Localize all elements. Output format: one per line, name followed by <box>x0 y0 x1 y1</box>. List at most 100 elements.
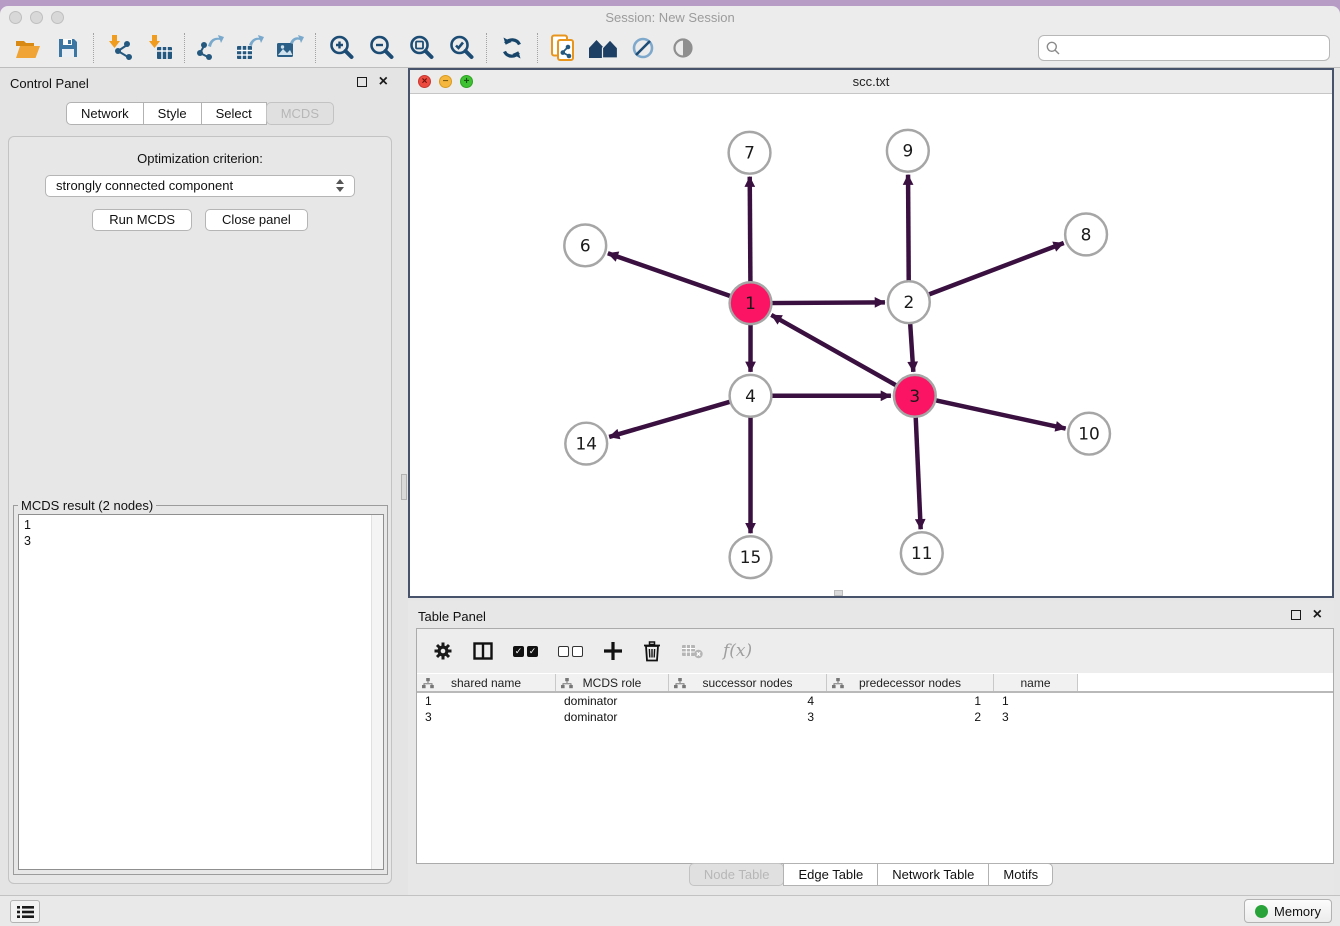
table-cell: 3 <box>994 709 1078 725</box>
table-settings-icon[interactable] <box>433 641 453 661</box>
table-panel: Table Panel × ✓✓ <box>408 601 1334 895</box>
tab-mcds[interactable]: MCDS <box>266 102 334 125</box>
memory-button[interactable]: Memory <box>1244 899 1332 923</box>
node-label-2: 2 <box>903 292 914 312</box>
table-cell: 3 <box>417 709 556 725</box>
edge-2-3[interactable] <box>910 321 913 372</box>
home-icon[interactable] <box>583 31 623 65</box>
column-header-shared-name[interactable]: shared name <box>417 674 556 691</box>
export-image-icon[interactable] <box>270 31 310 65</box>
close-panel-button[interactable]: Close panel <box>205 209 308 231</box>
edge-1-6[interactable] <box>608 253 733 297</box>
edge-3-11[interactable] <box>916 415 921 530</box>
table-row[interactable]: 3dominator323 <box>417 709 1333 725</box>
tab-style[interactable]: Style <box>143 102 202 125</box>
tree-column-icon <box>674 678 686 689</box>
edge-1-7[interactable] <box>750 177 751 285</box>
tab-edge-table[interactable]: Edge Table <box>783 863 878 886</box>
maximize-window-icon[interactable] <box>51 11 64 24</box>
network-title: scc.txt <box>410 70 1332 94</box>
close-panel-icon[interactable]: × <box>379 77 388 87</box>
close-table-panel-icon[interactable]: × <box>1313 610 1322 620</box>
float-panel-icon[interactable] <box>357 77 367 87</box>
zoom-out-icon[interactable] <box>361 31 401 65</box>
close-window-icon[interactable] <box>9 11 22 24</box>
export-table-icon[interactable] <box>230 31 270 65</box>
search-input[interactable] <box>1065 41 1329 56</box>
optimization-label: Optimization criterion: <box>9 151 391 166</box>
tab-network[interactable]: Network <box>66 102 144 125</box>
import-table-icon[interactable] <box>139 31 179 65</box>
traffic-lights[interactable] <box>9 11 64 24</box>
table-cell: 1 <box>827 693 994 709</box>
open-file-icon[interactable] <box>8 31 48 65</box>
tab-network-table[interactable]: Network Table <box>877 863 989 886</box>
zoom-fit-icon[interactable] <box>401 31 441 65</box>
mcds-result-area[interactable]: 1 3 <box>18 514 384 870</box>
memory-status-icon <box>1255 905 1268 918</box>
table-row[interactable]: 1dominator411 <box>417 693 1333 709</box>
tab-select[interactable]: Select <box>201 102 267 125</box>
table-cell: dominator <box>556 693 669 709</box>
deselect-all-icon[interactable] <box>558 646 583 657</box>
mcds-panel: Optimization criterion: strongly connect… <box>8 136 392 884</box>
column-header-mcds-role[interactable]: MCDS role <box>556 674 669 691</box>
apply-layout-icon[interactable] <box>492 31 532 65</box>
split-columns-icon[interactable] <box>473 642 493 660</box>
task-history-button[interactable] <box>10 900 40 923</box>
statusbar: Memory <box>0 895 1340 926</box>
edge-4-14[interactable] <box>609 401 732 437</box>
float-table-panel-icon[interactable] <box>1291 610 1301 620</box>
toolbar-separator <box>184 33 185 63</box>
node-label-1: 1 <box>745 293 756 313</box>
edge-2-9[interactable] <box>908 175 909 284</box>
minimize-window-icon[interactable] <box>30 11 43 24</box>
network-minimize-icon[interactable]: − <box>439 75 452 88</box>
network-canvas[interactable]: 7968124314101511 <box>410 95 1332 596</box>
table-panel-tabs: Node TableEdge TableNetwork TableMotifs <box>408 863 1334 886</box>
run-mcds-button[interactable]: Run MCDS <box>92 209 192 231</box>
table-header[interactable]: shared nameMCDS rolesuccessor nodesprede… <box>417 674 1333 693</box>
table-panel-title: Table Panel <box>418 609 486 624</box>
table-body: 1dominator4113dominator323 <box>417 693 1333 725</box>
edge-1-2[interactable] <box>769 302 884 303</box>
column-header-successor-nodes[interactable]: successor nodes <box>669 674 827 691</box>
node-label-10: 10 <box>1078 424 1100 444</box>
node-label-3: 3 <box>909 386 920 406</box>
edge-3-1[interactable] <box>771 315 898 387</box>
save-session-icon[interactable] <box>48 31 88 65</box>
tree-column-icon <box>422 678 434 689</box>
column-header-name[interactable]: name <box>994 674 1078 691</box>
first-neighbors-icon[interactable] <box>623 31 663 65</box>
zoom-in-icon[interactable] <box>321 31 361 65</box>
node-label-6: 6 <box>580 235 591 255</box>
network-window-titlebar[interactable]: × − + scc.txt <box>410 70 1332 94</box>
edge-2-8[interactable] <box>926 243 1063 295</box>
criterion-select[interactable]: strongly connected component <box>45 175 355 197</box>
column-header-predecessor-nodes[interactable]: predecessor nodes <box>827 674 994 691</box>
node-label-8: 8 <box>1081 224 1092 244</box>
result-scrollbar[interactable] <box>371 515 383 869</box>
export-network-icon[interactable] <box>190 31 230 65</box>
import-network-icon[interactable] <box>99 31 139 65</box>
splitter-grip-icon[interactable] <box>401 474 407 500</box>
eye-icon[interactable] <box>663 31 703 65</box>
network-close-icon[interactable]: × <box>418 75 431 88</box>
network-from-selection-icon[interactable] <box>543 31 583 65</box>
table-panel-box: ✓✓ f(x) <box>416 628 1334 864</box>
tree-column-icon <box>832 678 844 689</box>
network-maximize-icon[interactable]: + <box>460 75 473 88</box>
select-all-icon[interactable]: ✓✓ <box>513 646 538 657</box>
function-builder-icon: f(x) <box>723 641 752 661</box>
tab-motifs[interactable]: Motifs <box>988 863 1053 886</box>
search-box[interactable] <box>1038 35 1330 61</box>
main-toolbar <box>0 28 1340 68</box>
zoom-selected-icon[interactable] <box>441 31 481 65</box>
network-window: × − + scc.txt 7968124314101511 <box>408 68 1334 598</box>
add-column-icon[interactable] <box>603 641 623 661</box>
canvas-hscroll-thumb[interactable] <box>834 590 843 596</box>
delete-column-icon[interactable] <box>643 641 661 662</box>
edge-3-10[interactable] <box>933 400 1065 429</box>
vertical-splitter[interactable] <box>400 68 408 895</box>
tab-node-table[interactable]: Node Table <box>689 863 785 886</box>
